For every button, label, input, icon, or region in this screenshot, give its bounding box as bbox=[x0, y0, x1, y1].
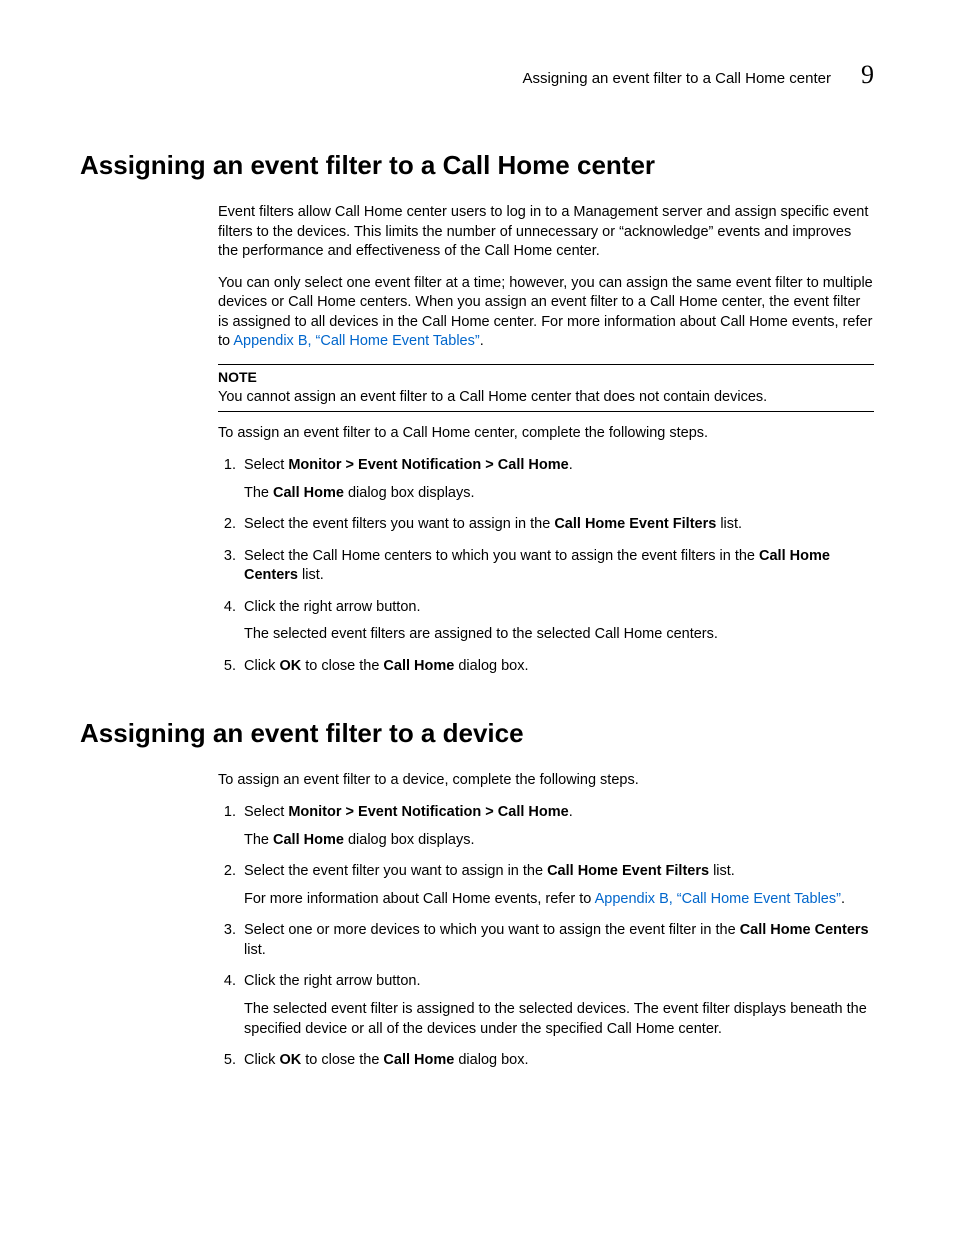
section-heading-1: Assigning an event filter to a Call Home… bbox=[80, 150, 874, 181]
page-header: Assigning an event filter to a Call Home… bbox=[80, 60, 874, 90]
ui-term: Call Home bbox=[273, 832, 344, 848]
text: Select the event filters you want to ass… bbox=[244, 516, 554, 532]
text: The bbox=[244, 832, 273, 848]
text: Click bbox=[244, 658, 279, 674]
step: Click OK to close the Call Home dialog b… bbox=[240, 1051, 874, 1071]
para: You can only select one event filter at … bbox=[218, 274, 874, 352]
page: Assigning an event filter to a Call Home… bbox=[0, 0, 954, 1235]
text: list. bbox=[298, 567, 324, 583]
ui-term: Call Home Event Filters bbox=[554, 516, 716, 532]
chapter-number: 9 bbox=[861, 60, 874, 90]
text: dialog box displays. bbox=[344, 485, 475, 501]
text: dialog box. bbox=[454, 1052, 528, 1068]
step: Select one or more devices to which you … bbox=[240, 921, 874, 960]
steps-list-1: Select Monitor > Event Notification > Ca… bbox=[218, 456, 874, 677]
step-sub: The Call Home dialog box displays. bbox=[244, 484, 874, 504]
text: . bbox=[569, 457, 573, 473]
step: Select the Call Home centers to which yo… bbox=[240, 547, 874, 586]
text: Select bbox=[244, 457, 288, 473]
ui-term: Call Home bbox=[383, 1052, 454, 1068]
text: dialog box. bbox=[454, 658, 528, 674]
note-label: NOTE bbox=[218, 368, 874, 387]
link-appendix-b[interactable]: Appendix B, “Call Home Event Tables” bbox=[233, 333, 479, 349]
note-block: NOTE You cannot assign an event filter t… bbox=[218, 364, 874, 412]
menu-path: Monitor > Event Notification > Call Home bbox=[288, 457, 568, 473]
step: Click OK to close the Call Home dialog b… bbox=[240, 657, 874, 677]
menu-path: Monitor > Event Notification > Call Home bbox=[288, 804, 568, 820]
para: Event filters allow Call Home center use… bbox=[218, 203, 874, 262]
ui-term: Call Home bbox=[383, 658, 454, 674]
text: Click the right arrow button. bbox=[244, 973, 421, 989]
text: Click bbox=[244, 1052, 279, 1068]
text: Select the Call Home centers to which yo… bbox=[244, 548, 759, 564]
text: list. bbox=[244, 942, 266, 958]
text: . bbox=[841, 891, 845, 907]
text: Click the right arrow button. bbox=[244, 599, 421, 615]
text: to close the bbox=[301, 658, 383, 674]
text: . bbox=[569, 804, 573, 820]
section2: Assigning an event filter to a device To… bbox=[80, 718, 874, 1070]
para: To assign an event filter to a Call Home… bbox=[218, 424, 874, 444]
section2-body: To assign an event filter to a device, c… bbox=[218, 771, 874, 1070]
step: Click the right arrow button. The select… bbox=[240, 972, 874, 1039]
text: list. bbox=[716, 516, 742, 532]
link-appendix-b[interactable]: Appendix B, “Call Home Event Tables” bbox=[595, 891, 841, 907]
section-heading-2: Assigning an event filter to a device bbox=[80, 718, 874, 749]
step-sub: The Call Home dialog box displays. bbox=[244, 831, 874, 851]
ui-term: Call Home Centers bbox=[740, 922, 869, 938]
step: Select the event filters you want to ass… bbox=[240, 515, 874, 535]
step-sub: For more information about Call Home eve… bbox=[244, 890, 874, 910]
text: list. bbox=[709, 863, 735, 879]
step: Click the right arrow button. The select… bbox=[240, 598, 874, 645]
running-title: Assigning an event filter to a Call Home… bbox=[523, 70, 832, 87]
text: Select one or more devices to which you … bbox=[244, 922, 740, 938]
text: For more information about Call Home eve… bbox=[244, 891, 595, 907]
text: dialog box displays. bbox=[344, 832, 475, 848]
text: Select the event filter you want to assi… bbox=[244, 863, 547, 879]
step-sub: The selected event filters are assigned … bbox=[244, 625, 874, 645]
note-text: You cannot assign an event filter to a C… bbox=[218, 388, 874, 408]
step: Select Monitor > Event Notification > Ca… bbox=[240, 803, 874, 850]
ui-term: OK bbox=[279, 658, 301, 674]
text: . bbox=[480, 333, 484, 349]
step: Select Monitor > Event Notification > Ca… bbox=[240, 456, 874, 503]
text: Select bbox=[244, 804, 288, 820]
text: The bbox=[244, 485, 273, 501]
step: Select the event filter you want to assi… bbox=[240, 862, 874, 909]
steps-list-2: Select Monitor > Event Notification > Ca… bbox=[218, 803, 874, 1071]
section1-body: Event filters allow Call Home center use… bbox=[218, 203, 874, 676]
ui-term: Call Home bbox=[273, 485, 344, 501]
ui-term: Call Home Event Filters bbox=[547, 863, 709, 879]
ui-term: OK bbox=[279, 1052, 301, 1068]
para: To assign an event filter to a device, c… bbox=[218, 771, 874, 791]
text: to close the bbox=[301, 1052, 383, 1068]
step-sub: The selected event filter is assigned to… bbox=[244, 1000, 874, 1039]
